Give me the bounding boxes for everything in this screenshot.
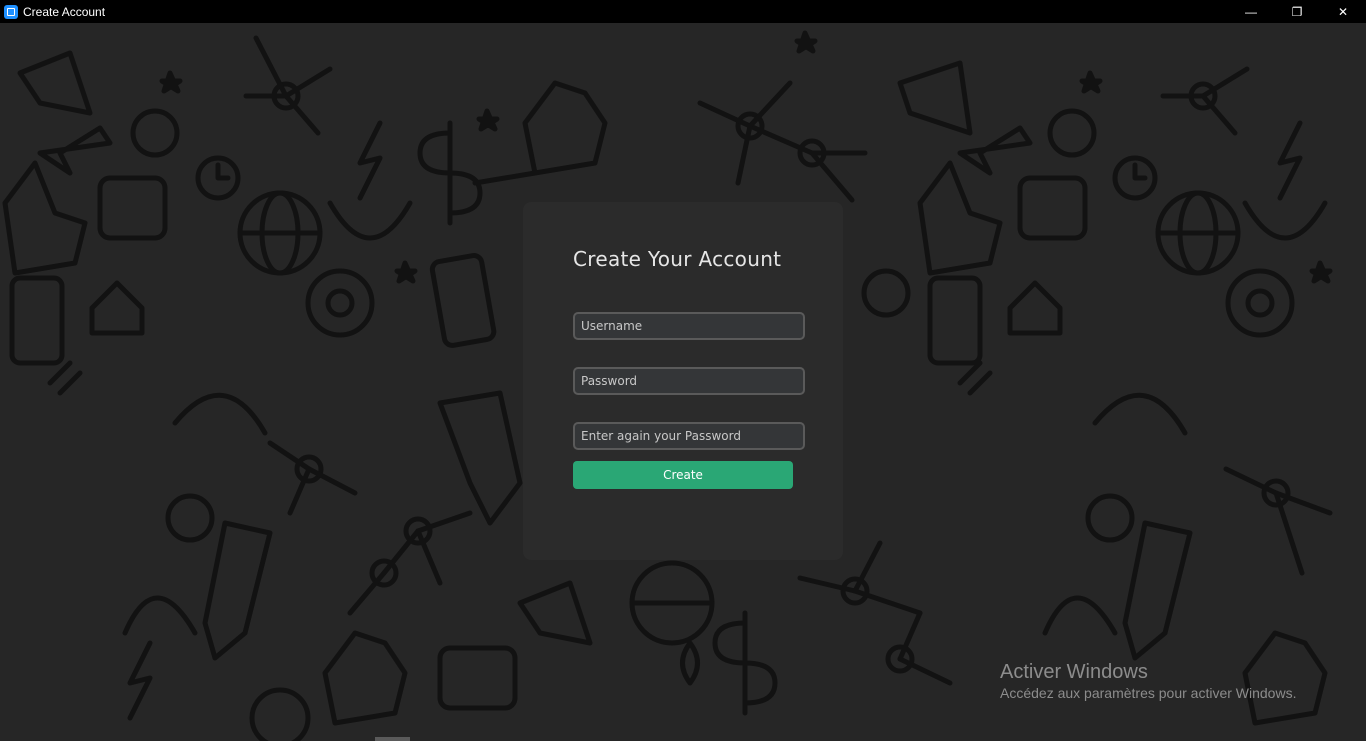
create-button[interactable]: Create [573, 461, 793, 489]
minimize-button[interactable]: — [1228, 0, 1274, 23]
scrollbar-thumb[interactable] [375, 737, 410, 741]
signup-card: Create Your Account Create [523, 202, 843, 560]
watermark-subtitle: Accédez aux paramètres pour activer Wind… [1000, 685, 1297, 701]
username-input[interactable] [573, 312, 805, 340]
card-heading: Create Your Account [573, 247, 782, 271]
window-title: Create Account [23, 4, 106, 19]
password-input[interactable] [573, 367, 805, 395]
watermark-title: Activer Windows [1000, 661, 1148, 683]
window-controls: — ❐ ✕ [1228, 0, 1366, 23]
app-window: Create Account — ❐ ✕ Create Your Account… [0, 0, 1366, 741]
password-confirm-input[interactable] [573, 422, 805, 450]
activation-watermark: Activer Windows Accédez aux paramètres p… [1000, 660, 1296, 702]
restore-button[interactable]: ❐ [1274, 0, 1320, 23]
app-icon [4, 4, 18, 19]
close-button[interactable]: ✕ [1320, 0, 1366, 23]
title-bar[interactable]: Create Account — ❐ ✕ [0, 0, 1366, 23]
